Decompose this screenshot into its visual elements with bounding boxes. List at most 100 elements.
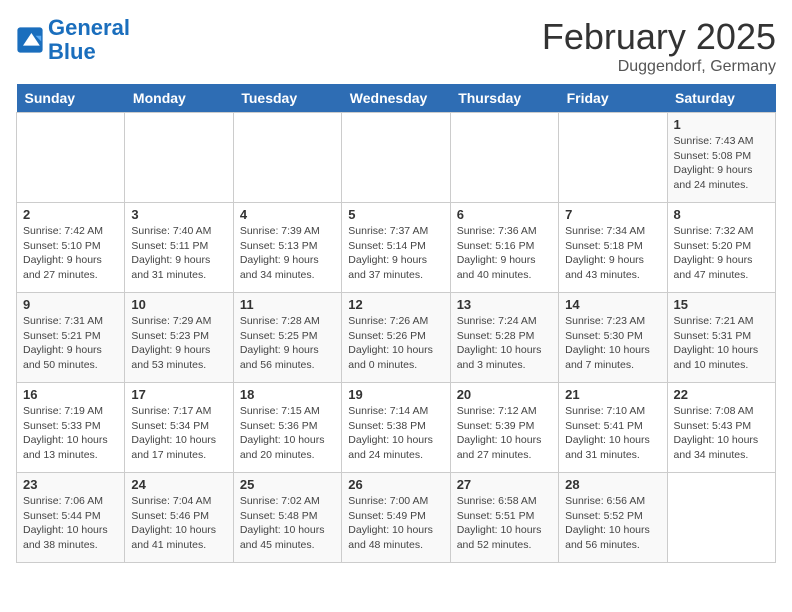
calendar-cell: 13 Sunrise: 7:24 AM Sunset: 5:28 PM Dayli… bbox=[450, 293, 558, 383]
logo-text-blue: Blue bbox=[48, 39, 96, 64]
calendar-cell bbox=[17, 113, 125, 203]
calendar-cell bbox=[125, 113, 233, 203]
weekday-header-tuesday: Tuesday bbox=[233, 84, 341, 113]
weekday-header-saturday: Saturday bbox=[667, 84, 775, 113]
day-info: Sunrise: 7:15 AM Sunset: 5:36 PM Dayligh… bbox=[240, 404, 335, 463]
calendar-week-4: 16 Sunrise: 7:19 AM Sunset: 5:33 PM Dayli… bbox=[17, 383, 776, 473]
day-info: Sunrise: 7:08 AM Sunset: 5:43 PM Dayligh… bbox=[674, 404, 769, 463]
day-info: Sunrise: 7:29 AM Sunset: 5:23 PM Dayligh… bbox=[131, 314, 226, 373]
day-number: 5 bbox=[348, 207, 443, 222]
day-info: Sunrise: 7:32 AM Sunset: 5:20 PM Dayligh… bbox=[674, 224, 769, 283]
day-info: Sunrise: 7:12 AM Sunset: 5:39 PM Dayligh… bbox=[457, 404, 552, 463]
calendar-cell: 1Sunrise: 7:43 AM Sunset: 5:08 PM Daylig… bbox=[667, 113, 775, 203]
day-info: Sunrise: 7:40 AM Sunset: 5:11 PM Dayligh… bbox=[131, 224, 226, 283]
calendar-cell: 8 Sunrise: 7:32 AM Sunset: 5:20 PM Daylig… bbox=[667, 203, 775, 293]
day-info: Sunrise: 7:24 AM Sunset: 5:28 PM Dayligh… bbox=[457, 314, 552, 373]
calendar-cell: 20 Sunrise: 7:12 AM Sunset: 5:39 PM Dayli… bbox=[450, 383, 558, 473]
day-number: 8 bbox=[674, 207, 769, 222]
month-title: February 2025 bbox=[542, 16, 776, 58]
day-number: 14 bbox=[565, 297, 660, 312]
day-info: Sunrise: 7:19 AM Sunset: 5:33 PM Dayligh… bbox=[23, 404, 118, 463]
calendar-cell: 25 Sunrise: 7:02 AM Sunset: 5:48 PM Dayli… bbox=[233, 473, 341, 563]
calendar-cell: 4 Sunrise: 7:39 AM Sunset: 5:13 PM Daylig… bbox=[233, 203, 341, 293]
weekday-header-wednesday: Wednesday bbox=[342, 84, 450, 113]
calendar-cell: 27 Sunrise: 6:58 AM Sunset: 5:51 PM Dayli… bbox=[450, 473, 558, 563]
calendar-cell bbox=[559, 113, 667, 203]
day-number: 19 bbox=[348, 387, 443, 402]
calendar-cell: 26Sunrise: 7:00 AM Sunset: 5:49 PM Dayli… bbox=[342, 473, 450, 563]
day-number: 25 bbox=[240, 477, 335, 492]
day-number: 18 bbox=[240, 387, 335, 402]
day-number: 13 bbox=[457, 297, 552, 312]
day-number: 6 bbox=[457, 207, 552, 222]
day-info: Sunrise: 7:21 AM Sunset: 5:31 PM Dayligh… bbox=[674, 314, 769, 373]
day-number: 15 bbox=[674, 297, 769, 312]
day-info: Sunrise: 7:10 AM Sunset: 5:41 PM Dayligh… bbox=[565, 404, 660, 463]
day-number: 24 bbox=[131, 477, 226, 492]
day-number: 27 bbox=[457, 477, 552, 492]
day-info: Sunrise: 7:02 AM Sunset: 5:48 PM Dayligh… bbox=[240, 494, 335, 553]
calendar-table: SundayMondayTuesdayWednesdayThursdayFrid… bbox=[16, 84, 776, 563]
day-info: Sunrise: 7:39 AM Sunset: 5:13 PM Dayligh… bbox=[240, 224, 335, 283]
calendar-cell: 9Sunrise: 7:31 AM Sunset: 5:21 PM Daylig… bbox=[17, 293, 125, 383]
logo: General Blue bbox=[16, 16, 130, 64]
day-number: 28 bbox=[565, 477, 660, 492]
day-number: 4 bbox=[240, 207, 335, 222]
day-info: Sunrise: 7:14 AM Sunset: 5:38 PM Dayligh… bbox=[348, 404, 443, 463]
calendar-cell: 5Sunrise: 7:37 AM Sunset: 5:14 PM Daylig… bbox=[342, 203, 450, 293]
day-info: Sunrise: 7:26 AM Sunset: 5:26 PM Dayligh… bbox=[348, 314, 443, 373]
calendar-cell bbox=[667, 473, 775, 563]
calendar-cell bbox=[342, 113, 450, 203]
calendar-cell: 23 Sunrise: 7:06 AM Sunset: 5:44 PM Dayli… bbox=[17, 473, 125, 563]
weekday-header-thursday: Thursday bbox=[450, 84, 558, 113]
day-info: Sunrise: 7:04 AM Sunset: 5:46 PM Dayligh… bbox=[131, 494, 226, 553]
day-number: 22 bbox=[674, 387, 769, 402]
day-info: Sunrise: 7:31 AM Sunset: 5:21 PM Dayligh… bbox=[23, 314, 118, 373]
calendar-cell: 7Sunrise: 7:34 AM Sunset: 5:18 PM Daylig… bbox=[559, 203, 667, 293]
day-info: Sunrise: 6:56 AM Sunset: 5:52 PM Dayligh… bbox=[565, 494, 660, 553]
calendar-cell: 15 Sunrise: 7:21 AM Sunset: 5:31 PM Dayli… bbox=[667, 293, 775, 383]
day-number: 2 bbox=[23, 207, 118, 222]
calendar-cell: 3Sunrise: 7:40 AM Sunset: 5:11 PM Daylig… bbox=[125, 203, 233, 293]
weekday-header-monday: Monday bbox=[125, 84, 233, 113]
calendar-cell: 12 Sunrise: 7:26 AM Sunset: 5:26 PM Dayli… bbox=[342, 293, 450, 383]
logo-text-general: General bbox=[48, 15, 130, 40]
day-info: Sunrise: 6:58 AM Sunset: 5:51 PM Dayligh… bbox=[457, 494, 552, 553]
calendar-cell: 21Sunrise: 7:10 AM Sunset: 5:41 PM Dayli… bbox=[559, 383, 667, 473]
day-number: 10 bbox=[131, 297, 226, 312]
calendar-cell bbox=[450, 113, 558, 203]
calendar-cell: 28 Sunrise: 6:56 AM Sunset: 5:52 PM Dayli… bbox=[559, 473, 667, 563]
page-header: General Blue February 2025 Duggendorf, G… bbox=[16, 16, 776, 76]
day-info: Sunrise: 7:42 AM Sunset: 5:10 PM Dayligh… bbox=[23, 224, 118, 283]
day-info: Sunrise: 7:17 AM Sunset: 5:34 PM Dayligh… bbox=[131, 404, 226, 463]
logo-icon bbox=[16, 26, 44, 54]
day-number: 23 bbox=[23, 477, 118, 492]
calendar-cell: 11Sunrise: 7:28 AM Sunset: 5:25 PM Dayli… bbox=[233, 293, 341, 383]
day-number: 20 bbox=[457, 387, 552, 402]
calendar-cell: 19 Sunrise: 7:14 AM Sunset: 5:38 PM Dayli… bbox=[342, 383, 450, 473]
weekday-header-row: SundayMondayTuesdayWednesdayThursdayFrid… bbox=[17, 84, 776, 113]
calendar-cell: 16 Sunrise: 7:19 AM Sunset: 5:33 PM Dayli… bbox=[17, 383, 125, 473]
day-number: 26 bbox=[348, 477, 443, 492]
calendar-cell: 22 Sunrise: 7:08 AM Sunset: 5:43 PM Dayli… bbox=[667, 383, 775, 473]
day-number: 16 bbox=[23, 387, 118, 402]
day-info: Sunrise: 7:34 AM Sunset: 5:18 PM Dayligh… bbox=[565, 224, 660, 283]
calendar-week-1: 1Sunrise: 7:43 AM Sunset: 5:08 PM Daylig… bbox=[17, 113, 776, 203]
day-info: Sunrise: 7:06 AM Sunset: 5:44 PM Dayligh… bbox=[23, 494, 118, 553]
day-info: Sunrise: 7:36 AM Sunset: 5:16 PM Dayligh… bbox=[457, 224, 552, 283]
calendar-week-5: 23 Sunrise: 7:06 AM Sunset: 5:44 PM Dayli… bbox=[17, 473, 776, 563]
calendar-cell: 6 Sunrise: 7:36 AM Sunset: 5:16 PM Daylig… bbox=[450, 203, 558, 293]
calendar-cell: 2 Sunrise: 7:42 AM Sunset: 5:10 PM Daylig… bbox=[17, 203, 125, 293]
calendar-cell: 18 Sunrise: 7:15 AM Sunset: 5:36 PM Dayli… bbox=[233, 383, 341, 473]
calendar-week-3: 9Sunrise: 7:31 AM Sunset: 5:21 PM Daylig… bbox=[17, 293, 776, 383]
calendar-cell: 14 Sunrise: 7:23 AM Sunset: 5:30 PM Dayli… bbox=[559, 293, 667, 383]
calendar-cell: 17Sunrise: 7:17 AM Sunset: 5:34 PM Dayli… bbox=[125, 383, 233, 473]
calendar-cell: 10 Sunrise: 7:29 AM Sunset: 5:23 PM Dayli… bbox=[125, 293, 233, 383]
day-info: Sunrise: 7:23 AM Sunset: 5:30 PM Dayligh… bbox=[565, 314, 660, 373]
day-number: 12 bbox=[348, 297, 443, 312]
location: Duggendorf, Germany bbox=[542, 58, 776, 76]
title-block: February 2025 Duggendorf, Germany bbox=[542, 16, 776, 76]
day-info: Sunrise: 7:43 AM Sunset: 5:08 PM Dayligh… bbox=[674, 134, 769, 193]
weekday-header-sunday: Sunday bbox=[17, 84, 125, 113]
calendar-week-2: 2 Sunrise: 7:42 AM Sunset: 5:10 PM Daylig… bbox=[17, 203, 776, 293]
